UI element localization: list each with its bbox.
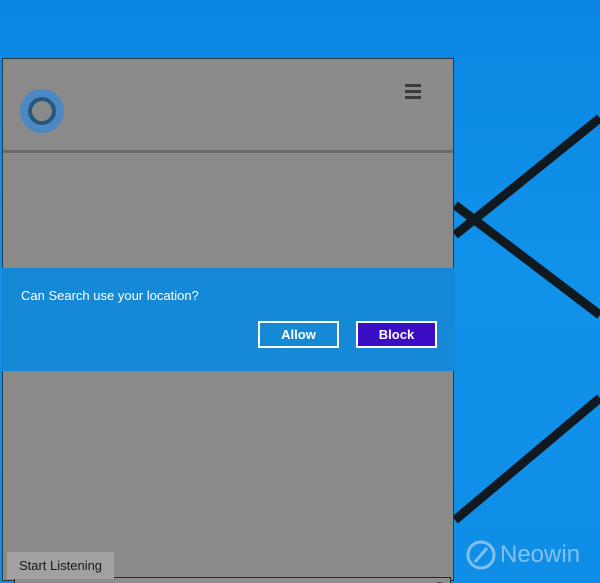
neowin-watermark: Neowin xyxy=(466,540,580,570)
location-permission-question: Can Search use your location? xyxy=(21,288,199,303)
location-permission-banner: Can Search use your location? Allow Bloc… xyxy=(2,268,455,371)
cortana-ring-icon[interactable] xyxy=(20,89,64,133)
start-listening-button[interactable]: Start Listening xyxy=(7,552,114,579)
neowin-logo-icon xyxy=(466,540,496,570)
hamburger-menu-icon[interactable] xyxy=(405,84,425,102)
block-button[interactable]: Block xyxy=(356,321,437,348)
watermark-text: Neowin xyxy=(500,541,581,568)
allow-button[interactable]: Allow xyxy=(258,321,339,348)
header-divider xyxy=(3,150,453,153)
